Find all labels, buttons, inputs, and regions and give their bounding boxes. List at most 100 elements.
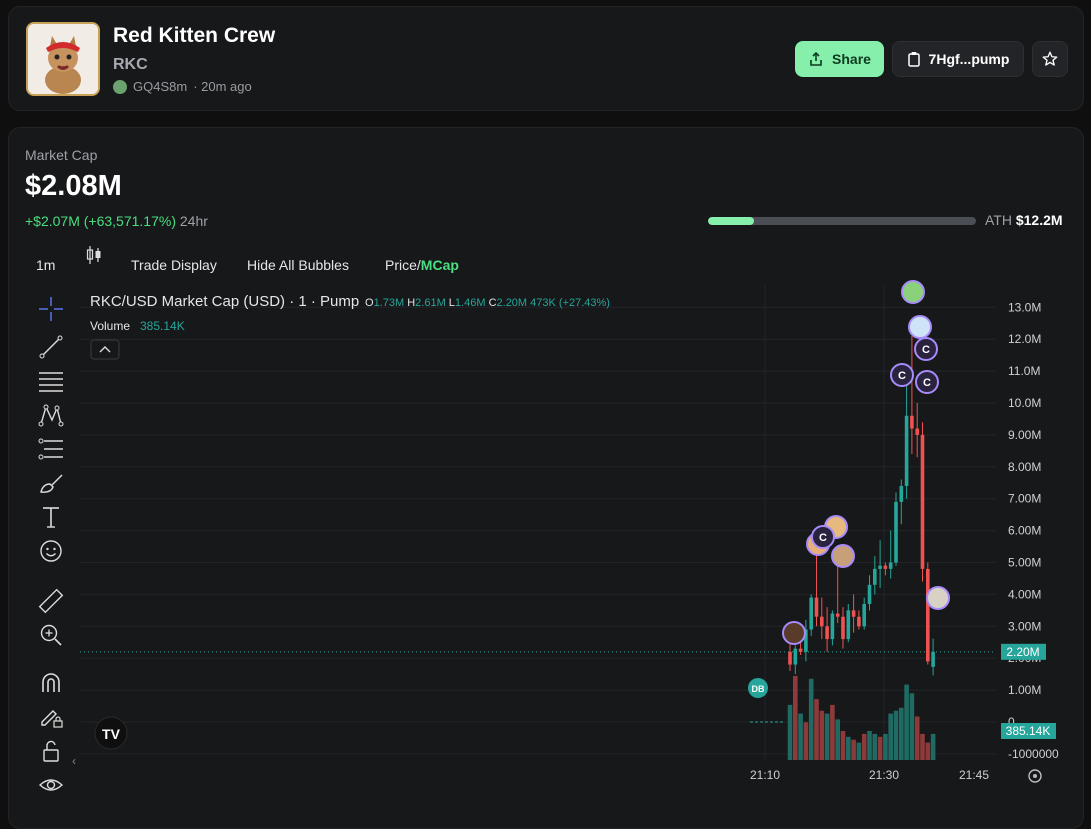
trade-bubble[interactable] <box>908 315 932 339</box>
candle-body <box>830 613 835 640</box>
ohlc-readout: O1.73M H2.61M L1.46M C2.20M 473K (+27.43… <box>365 297 610 309</box>
volume-bar <box>877 736 883 760</box>
trade-bubble[interactable]: C <box>811 525 835 549</box>
candle-body <box>920 434 925 569</box>
trade-bubble[interactable] <box>901 280 925 304</box>
ohlc-c-label: C <box>489 297 497 309</box>
candle-body <box>788 651 792 665</box>
y-tick-label: 13.0M <box>1008 300 1041 314</box>
volume-bar <box>883 733 888 760</box>
candle-body <box>809 597 813 630</box>
candle-body <box>894 501 898 563</box>
candle-body <box>851 610 856 617</box>
volume-legend-label: Volume <box>90 319 130 333</box>
y-tick-label: 10.0M <box>1008 396 1041 410</box>
y-tick-label: 9.00M <box>1008 428 1041 442</box>
ohlc-close: 2.20M <box>497 297 528 309</box>
volume-bar <box>814 699 819 760</box>
volume-bar <box>872 733 878 760</box>
candle-body <box>867 584 872 604</box>
trade-bubble[interactable]: C <box>915 370 939 394</box>
svg-text:DB: DB <box>752 684 765 694</box>
trade-bubble[interactable] <box>782 621 806 645</box>
volume-bar <box>830 704 835 760</box>
scroll-left-icon[interactable]: ‹ <box>72 754 76 768</box>
candle-body <box>899 485 904 502</box>
candle-body <box>798 648 803 652</box>
y-tick-label: 8.00M <box>1008 460 1041 474</box>
volume-bar <box>824 713 830 760</box>
trade-bubble[interactable]: C <box>914 337 938 361</box>
candle-body <box>910 415 914 429</box>
svg-text:TV: TV <box>102 726 121 742</box>
y-tick-label: 5.00M <box>1008 556 1041 570</box>
y-tick-label: 4.00M <box>1008 587 1041 601</box>
candle-body <box>915 428 919 435</box>
price-chart[interactable]: 13.0M 12.0M 11.0M 10.0M 9.00M 8.00M 7.00M 6.00M… <box>0 0 1091 805</box>
ohlc-low: 1.46M <box>455 297 486 309</box>
volume-bar <box>904 684 909 760</box>
y-tick-label: 6.00M <box>1008 524 1041 538</box>
svg-text:C: C <box>923 377 931 389</box>
last-price-label: 2.20M <box>1006 645 1039 659</box>
candle-body <box>835 613 840 617</box>
trade-bubble[interactable] <box>831 544 855 568</box>
y-tick-label: 3.00M <box>1008 619 1041 633</box>
ohlc-high: 2.61M <box>415 297 446 309</box>
collapse-legend-button[interactable] <box>90 339 120 360</box>
y-tick-label: 11.0M <box>1008 364 1040 378</box>
volume-bar <box>819 710 825 760</box>
volume-bar <box>920 733 925 760</box>
y-tick-label: 7.00M <box>1008 492 1041 506</box>
volume-bar <box>840 731 846 760</box>
svg-text:C: C <box>922 344 930 356</box>
volume-bar <box>787 704 793 760</box>
volume-bar <box>803 722 809 760</box>
chart-settings-button[interactable] <box>1028 769 1042 783</box>
volume-bar <box>798 713 803 760</box>
svg-text:C: C <box>898 370 906 382</box>
candle-body <box>846 610 851 640</box>
candle-body <box>904 415 909 486</box>
y-tick-label: 12.0M <box>1008 332 1041 346</box>
x-tick-label: 21:30 <box>869 768 899 782</box>
trade-bubble[interactable]: C <box>890 363 914 387</box>
volume-bar <box>867 731 872 760</box>
candle-body <box>883 565 888 569</box>
candle-body <box>841 616 845 640</box>
volume-bar <box>856 742 862 760</box>
candle-body <box>820 616 824 627</box>
candle-body <box>793 648 798 665</box>
volume-bar <box>808 678 814 760</box>
volume-bar <box>930 733 936 760</box>
x-tick-label: 21:45 <box>959 768 989 782</box>
candle-body <box>862 603 866 627</box>
candle-body <box>926 568 930 662</box>
ohlc-change: 473K (+27.43%) <box>530 297 610 309</box>
volume-bar <box>914 716 920 760</box>
y-tick-label: 1.00M <box>1008 683 1041 697</box>
candle-body <box>878 565 882 569</box>
tradingview-logo[interactable]: TV <box>94 716 128 750</box>
candle-body <box>931 651 935 667</box>
candle-body <box>873 568 877 585</box>
volume-bar <box>899 707 904 760</box>
svg-text:C: C <box>819 532 827 544</box>
volume-bar <box>893 710 899 760</box>
candle-body <box>888 562 893 569</box>
candle-body <box>825 626 829 640</box>
chart-symbol: RKC/USD Market Cap (USD) · 1 · Pump <box>90 293 359 310</box>
volume-bar <box>888 713 893 760</box>
volume-bar <box>793 675 798 760</box>
volume-legend-value: 385.14K <box>140 319 185 333</box>
dev-buy-marker[interactable]: DB <box>748 678 768 698</box>
ohlc-open: 1.73M <box>374 297 405 309</box>
candle-body <box>814 597 819 617</box>
trade-bubble[interactable] <box>926 586 950 610</box>
volume-bar <box>909 693 915 760</box>
volume-bar <box>925 742 931 760</box>
volume-bar <box>861 733 867 760</box>
ohlc-h-label: H <box>407 297 415 309</box>
volume-bar <box>835 719 840 760</box>
volume-bar <box>846 736 851 760</box>
